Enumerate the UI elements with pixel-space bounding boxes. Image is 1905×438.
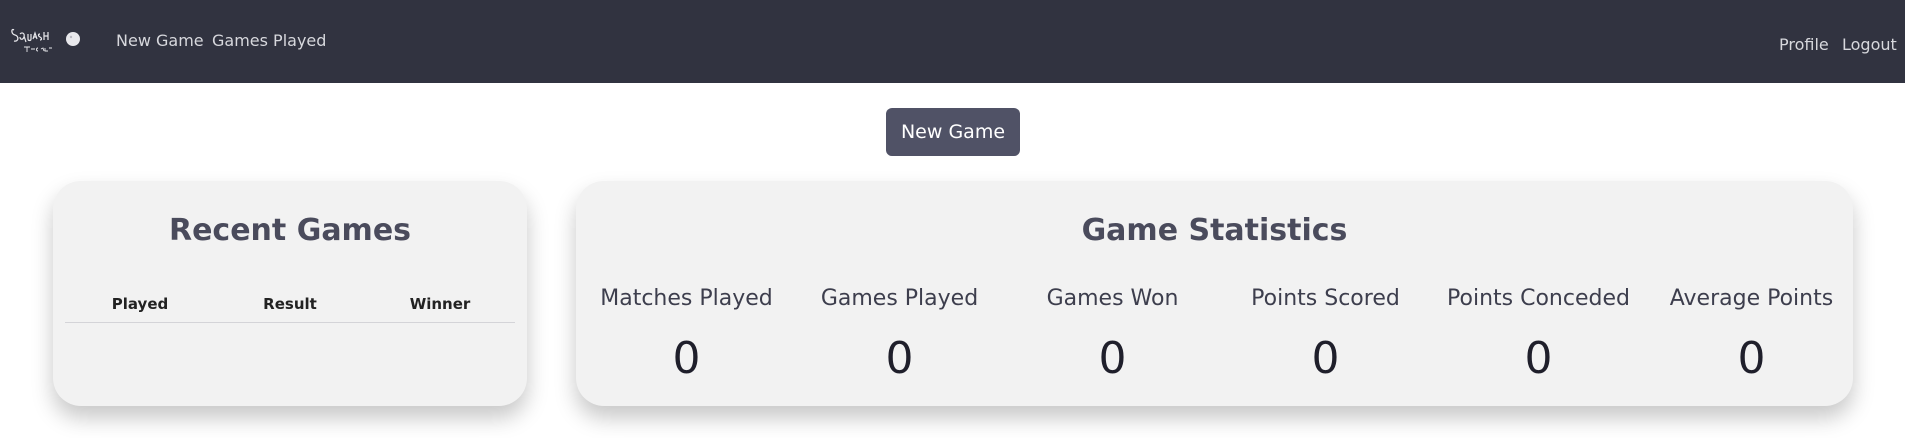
nav-profile-link[interactable]: Profile [1779,35,1829,54]
top-navbar: New Game Games Played Profile Logout [0,0,1905,83]
stat-average-points: Average Points 0 [1645,286,1858,384]
recent-games-title: Recent Games [168,213,412,248]
squash-tracker-logo[interactable] [10,22,82,56]
recent-games-card: Recent Games Played Result Winner [53,181,527,406]
stat-value: 0 [672,333,701,384]
nav-new-game-link[interactable]: New Game [116,31,204,50]
stat-matches-played: Matches Played 0 [580,286,793,384]
stat-value: 0 [1098,333,1127,384]
game-statistics-card: Game Statistics Matches Played 0 Games P… [576,181,1853,406]
stat-games-won: Games Won 0 [1006,286,1219,384]
column-header-winner: Winner [409,295,471,313]
stat-value: 0 [1311,333,1340,384]
stat-points-scored: Points Scored 0 [1219,286,1432,384]
stat-value: 0 [1737,333,1766,384]
stat-points-conceded: Points Conceded 0 [1432,286,1645,384]
stat-label: Points Conceded [1447,286,1630,311]
stat-games-played: Games Played 0 [793,286,1006,384]
nav-games-played-link[interactable]: Games Played [212,31,326,50]
stat-label: Points Scored [1251,286,1400,311]
stat-value: 0 [885,333,914,384]
column-header-result: Result [263,295,317,313]
stat-label: Average Points [1669,286,1834,311]
column-header-played: Played [111,295,169,313]
stat-value: 0 [1524,333,1553,384]
recent-games-table-header: Played Result Winner [65,293,515,323]
game-statistics-title: Game Statistics [1081,213,1348,248]
new-game-button[interactable]: New Game [886,108,1020,156]
stat-label: Matches Played [600,286,773,311]
nav-logout-link[interactable]: Logout [1842,35,1897,54]
stat-label: Games Played [820,286,979,311]
stat-label: Games Won [1046,286,1179,311]
